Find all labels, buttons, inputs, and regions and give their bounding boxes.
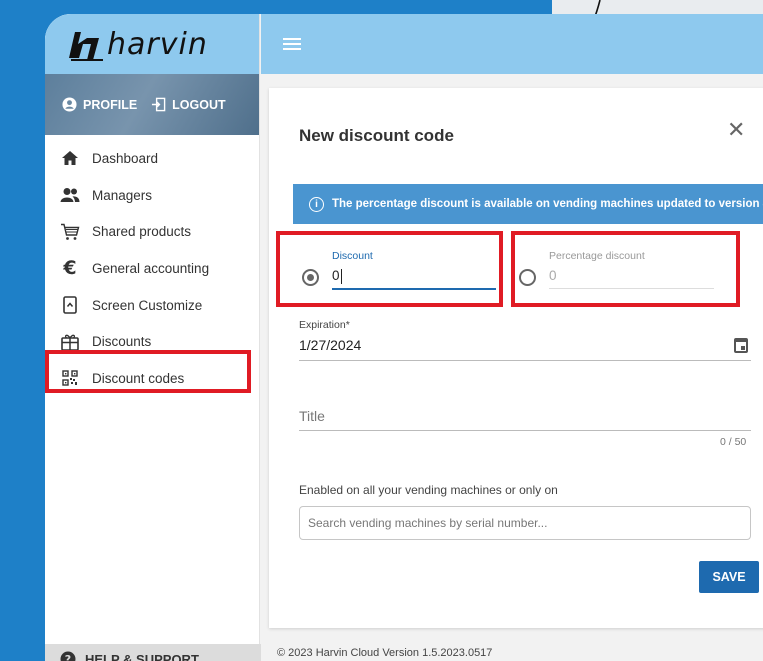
footer-version: © 2023 Harvin Cloud Version 1.5.2023.051… <box>277 647 493 659</box>
home-icon <box>60 148 80 168</box>
calendar-icon[interactable] <box>734 338 748 353</box>
dialog-title: New discount code <box>299 126 454 145</box>
help-icon: ? <box>60 651 76 661</box>
percentage-discount-underline <box>549 288 714 289</box>
percentage-discount-label: Percentage discount <box>549 250 645 262</box>
help-and-support-button[interactable]: ? HELP & SUPPORT <box>45 644 261 661</box>
info-banner: i The percentage discount is available o… <box>293 184 763 224</box>
screen-icon <box>60 295 80 315</box>
app-window: harvin PROFILE LOGOUT Dashboard Managers… <box>45 14 763 661</box>
vending-machine-search-input[interactable]: Search vending machines by serial number… <box>299 506 751 540</box>
sidebar-item-label: General accounting <box>92 260 210 276</box>
highlight-box-percentage-discount <box>511 231 740 307</box>
brand-logo: harvin <box>45 14 259 74</box>
help-label: HELP & SUPPORT <box>85 651 199 661</box>
discount-underline <box>332 288 496 290</box>
account-circle-icon <box>62 97 77 112</box>
percentage-discount-radio[interactable] <box>519 269 536 286</box>
expiration-label: Expiration* <box>299 319 350 331</box>
sidebar-item-dashboard[interactable]: Dashboard <box>45 140 259 177</box>
sidebar-item-managers[interactable]: Managers <box>45 177 259 214</box>
sidebar-item-label: Discounts <box>92 334 152 350</box>
sidebar-item-shared-products[interactable]: Shared products <box>45 213 259 250</box>
title-underline <box>299 430 751 431</box>
harvin-logo: harvin <box>67 27 208 62</box>
sidebar-item-screen-customize[interactable]: Screen Customize <box>45 287 259 324</box>
close-icon[interactable]: ✕ <box>727 119 747 141</box>
sidebar-item-label: Managers <box>92 187 153 203</box>
title-char-counter: 0 / 50 <box>720 436 747 448</box>
new-discount-code-dialog: New discount code ✕ i The percentage dis… <box>269 88 763 628</box>
profile-button[interactable]: PROFILE <box>62 97 137 112</box>
text-cursor <box>341 269 342 284</box>
info-icon: i <box>309 196 324 212</box>
title-input[interactable]: Title <box>299 408 325 424</box>
logout-button[interactable]: LOGOUT <box>151 97 226 112</box>
logout-label: LOGOUT <box>172 97 226 112</box>
profile-bar: PROFILE LOGOUT <box>45 74 259 135</box>
cart-icon <box>60 222 80 242</box>
users-icon <box>60 185 80 205</box>
save-button[interactable]: SAVE <box>699 561 759 593</box>
sidebar-item-label: Screen Customize <box>92 297 203 313</box>
euro-icon: € <box>63 257 77 280</box>
percentage-discount-input[interactable]: 0 <box>549 268 557 283</box>
logo-mark-icon <box>69 31 103 61</box>
gift-icon <box>60 332 80 352</box>
background-panel <box>552 0 763 14</box>
menu-icon[interactable] <box>283 38 301 51</box>
discount-label: Discount <box>332 250 373 262</box>
logout-icon <box>152 97 166 112</box>
sidebar-item-label: Shared products <box>92 224 192 240</box>
sidebar: harvin PROFILE LOGOUT Dashboard Managers… <box>45 14 261 661</box>
machines-label: Enabled on all your vending machines or … <box>299 483 558 497</box>
svg-text:?: ? <box>65 653 71 661</box>
highlight-box-discount-codes <box>45 350 251 393</box>
brand-name: harvin <box>107 26 208 62</box>
expiration-input[interactable]: 1/27/2024 <box>299 337 361 353</box>
sidebar-item-general-accounting[interactable]: € General accounting <box>45 250 259 287</box>
profile-label: PROFILE <box>83 97 138 112</box>
discount-input[interactable]: 0 <box>332 268 340 283</box>
top-bar <box>261 14 763 74</box>
info-text: The percentage discount is available on … <box>332 198 763 210</box>
sidebar-item-label: Dashboard <box>92 150 159 166</box>
expiration-underline <box>299 360 751 361</box>
discount-radio[interactable] <box>302 269 319 286</box>
